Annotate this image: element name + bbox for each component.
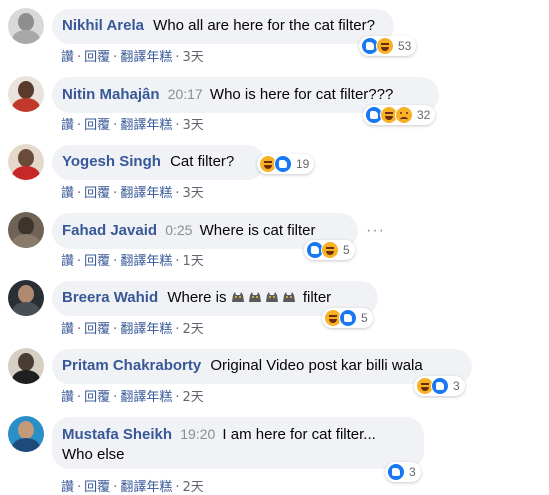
like-reaction-icon <box>387 463 405 481</box>
comment-bubble: Yogesh Singh Cat filter? <box>52 145 265 180</box>
comment-text-prefix: Where is <box>167 289 227 306</box>
commenter-name[interactable]: Nikhil Arela <box>62 17 144 34</box>
reactions-count: 32 <box>417 108 431 122</box>
reply-link[interactable]: 回覆 <box>84 254 110 269</box>
comment-actions: 讚 · 回覆 · 翻譯年糕 · 3天 <box>61 118 204 133</box>
comment-timestamp: 20:17 <box>167 86 203 102</box>
translate-link[interactable]: 翻譯年糕 <box>120 390 172 405</box>
translate-link[interactable]: 翻譯年糕 <box>120 322 172 337</box>
like-link[interactable]: 讚 <box>61 322 74 337</box>
comment-actions: 讚 · 回覆 · 翻譯年糕 · 2天 <box>61 480 204 495</box>
cat-emoji-icon <box>231 289 245 303</box>
commenter-name[interactable]: Mustafa Sheikh <box>62 426 172 443</box>
avatar[interactable] <box>8 348 44 384</box>
more-horizontal-icon[interactable]: ··· <box>366 222 385 240</box>
reply-link[interactable]: 回覆 <box>84 186 110 201</box>
commenter-name[interactable]: Fahad Javaid <box>62 222 157 239</box>
avatar[interactable] <box>8 212 44 248</box>
reactions-badge[interactable]: 3 <box>385 462 421 482</box>
comment-text-suffix: filter <box>302 289 332 306</box>
comment-timestamp: 0:25 <box>165 222 193 238</box>
commenter-name[interactable]: Pritam Chakraborty <box>62 357 201 374</box>
comment-item: Mustafa Sheikh 19:20 I am here for cat f… <box>0 408 549 495</box>
commenter-name[interactable]: Nitin Mahajân <box>62 86 160 103</box>
translate-link[interactable]: 翻譯年糕 <box>120 186 172 201</box>
reactions-badge[interactable]: 53 <box>359 36 417 56</box>
comment-actions: 讚 · 回覆 · 翻譯年糕 · 2天 <box>61 390 204 405</box>
avatar[interactable] <box>8 144 44 180</box>
reactions-badge[interactable]: 32 <box>363 105 436 125</box>
translate-link[interactable]: 翻譯年糕 <box>120 50 172 65</box>
comment-text: Original Video post kar billi wala <box>210 357 423 374</box>
reactions-badge[interactable]: 5 <box>322 308 373 328</box>
translate-link[interactable]: 翻譯年糕 <box>120 480 172 495</box>
comment-age[interactable]: 3天 <box>182 186 203 201</box>
like-reaction-icon <box>431 377 449 395</box>
comment-text: Cat filter? <box>170 153 235 170</box>
avatar[interactable] <box>8 8 44 44</box>
reactions-count: 19 <box>296 157 310 171</box>
reply-link[interactable]: 回覆 <box>84 322 110 337</box>
like-reaction-icon <box>339 309 357 327</box>
comment-item: Breera Wahid Where is filter 5 讚 · 回覆 · 翻譯年糕… <box>0 272 549 340</box>
cat-emoji-icon <box>265 289 279 303</box>
avatar[interactable] <box>8 76 44 112</box>
cat-emoji-icon <box>248 289 262 303</box>
comment-actions: 讚 · 回覆 · 翻譯年糕 · 2天 <box>61 322 204 337</box>
comment-age[interactable]: 2天 <box>182 390 203 405</box>
like-link[interactable]: 讚 <box>61 50 74 65</box>
reactions-count: 53 <box>398 39 412 53</box>
reactions-badge[interactable]: 5 <box>304 240 355 260</box>
comment-bubble: Nikhil Arela Who all are here for the ca… <box>52 9 394 44</box>
comment-bubble: Pritam Chakraborty Original Video post k… <box>52 349 472 384</box>
like-link[interactable]: 讚 <box>61 254 74 269</box>
reply-link[interactable]: 回覆 <box>84 390 110 405</box>
comment-item: Fahad Javaid 0:25 Where is cat filter 5 … <box>0 204 549 272</box>
comment-bubble: Mustafa Sheikh 19:20 I am here for cat f… <box>52 417 424 469</box>
comment-text: Who all are here for the cat filter? <box>153 17 375 34</box>
reactions-count: 5 <box>361 311 368 325</box>
like-link[interactable]: 讚 <box>61 480 74 495</box>
like-reaction-icon <box>274 155 292 173</box>
like-link[interactable]: 讚 <box>61 118 74 133</box>
like-link[interactable]: 讚 <box>61 186 74 201</box>
comment-item: Nikhil Arela Who all are here for the ca… <box>0 0 549 68</box>
sad-reaction-icon <box>395 106 413 124</box>
cat-emojis <box>231 289 299 306</box>
reactions-count: 5 <box>343 243 350 257</box>
comment-age[interactable]: 3天 <box>182 118 203 133</box>
reply-link[interactable]: 回覆 <box>84 118 110 133</box>
reply-link[interactable]: 回覆 <box>84 50 110 65</box>
comment-item: Nitin Mahajân 20:17 Who is here for cat … <box>0 68 549 136</box>
reply-link[interactable]: 回覆 <box>84 480 110 495</box>
translate-link[interactable]: 翻譯年糕 <box>120 118 172 133</box>
comment-text: I am here for cat filter... <box>222 426 376 443</box>
comment-age[interactable]: 1天 <box>182 254 203 269</box>
avatar[interactable] <box>8 280 44 316</box>
commenter-name[interactable]: Yogesh Singh <box>62 153 161 170</box>
comment-actions: 讚 · 回覆 · 翻譯年糕 · 3天 <box>61 186 204 201</box>
reactions-badge[interactable]: 3 <box>414 376 465 396</box>
comment-item: Pritam Chakraborty Original Video post k… <box>0 340 549 408</box>
like-link[interactable]: 讚 <box>61 390 74 405</box>
comment-item: Yogesh Singh Cat filter? 19 讚 · 回覆 · 翻譯年糕 · 3天 <box>0 136 549 204</box>
commenter-name[interactable]: Breera Wahid <box>62 289 158 306</box>
comment-age[interactable]: 2天 <box>182 480 203 495</box>
comment-text-line2: Who else <box>62 446 125 463</box>
translate-link[interactable]: 翻譯年糕 <box>120 254 172 269</box>
reactions-badge[interactable]: 19 <box>257 154 315 174</box>
haha-reaction-icon <box>376 37 394 55</box>
comment-text: Who is here for cat filter??? <box>209 86 394 103</box>
reactions-count: 3 <box>409 465 416 479</box>
comment-text: Where is cat filter <box>199 222 316 239</box>
cat-emoji-icon <box>282 289 296 303</box>
comment-actions: 讚 · 回覆 · 翻譯年糕 · 1天 <box>61 254 204 269</box>
reactions-count: 3 <box>453 379 460 393</box>
comment-age[interactable]: 3天 <box>182 50 203 65</box>
comment-actions: 讚 · 回覆 · 翻譯年糕 · 3天 <box>61 50 204 65</box>
comment-age[interactable]: 2天 <box>182 322 203 337</box>
comment-timestamp: 19:20 <box>180 426 216 442</box>
avatar[interactable] <box>8 416 44 452</box>
haha-reaction-icon <box>321 241 339 259</box>
